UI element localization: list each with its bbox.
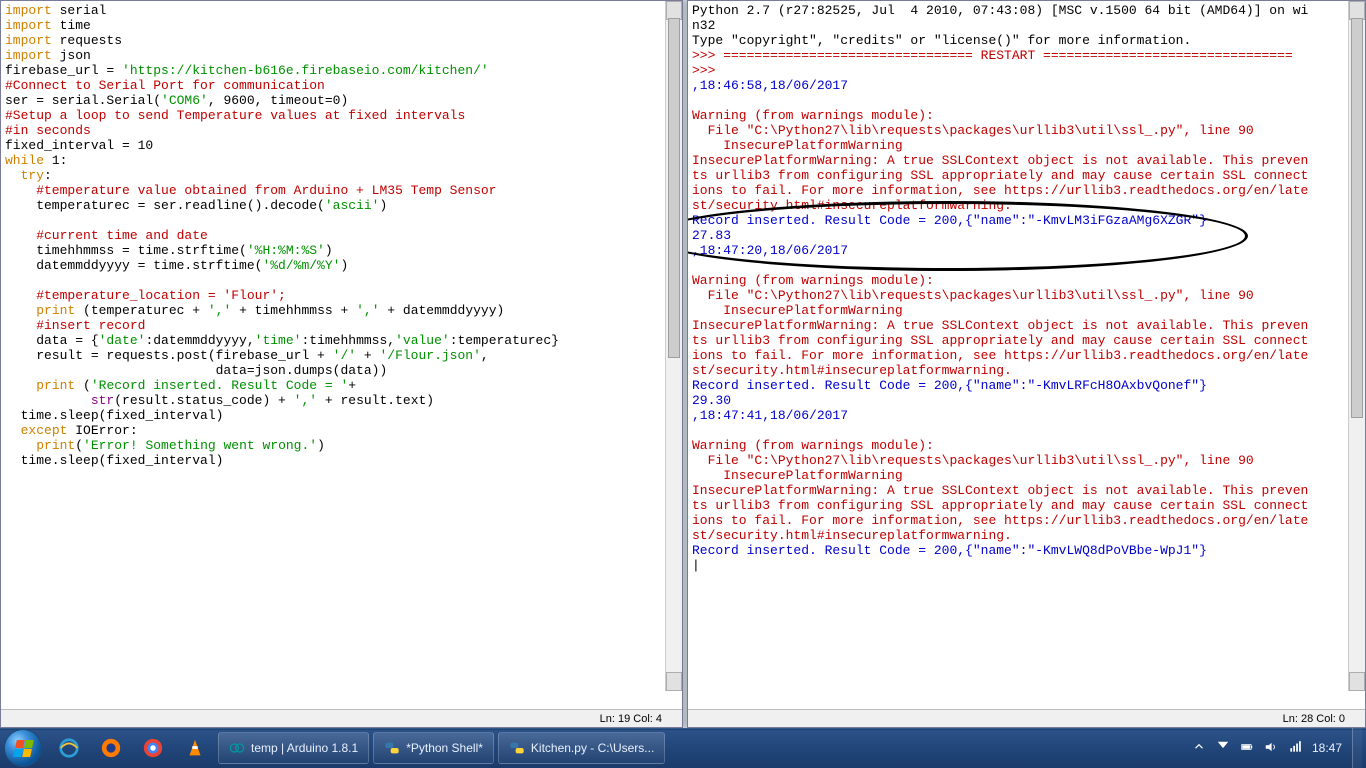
taskbar-item-label: temp | Arduino 1.8.1	[251, 741, 358, 755]
shell-output[interactable]: Python 2.7 (r27:82525, Jul 4 2010, 07:43…	[688, 1, 1365, 709]
tray-volume-icon[interactable]	[1264, 740, 1278, 757]
editor-vscrollbar[interactable]	[665, 1, 682, 691]
tray-chevron-icon[interactable]	[1192, 740, 1206, 757]
shell-cursor-position: Ln: 28 Col: 0	[1283, 713, 1365, 725]
taskbar-item-kitchen-py[interactable]: Kitchen.py - C:\Users...	[498, 732, 665, 764]
taskbar-item-label: *Python Shell*	[406, 741, 483, 755]
pinned-ie[interactable]	[49, 732, 89, 764]
editor-status-bar: Ln: 19 Col: 4	[1, 709, 682, 727]
system-tray: 18:47	[1186, 740, 1348, 757]
tray-action-center-icon[interactable]	[1216, 740, 1230, 757]
taskbar: temp | Arduino 1.8.1 *Python Shell* Kitc…	[0, 728, 1366, 768]
windows-logo-icon	[13, 740, 34, 757]
shell-vscrollbar[interactable]	[1348, 1, 1365, 691]
code-editor[interactable]: import serial import time import request…	[1, 1, 682, 709]
python-icon	[509, 740, 525, 756]
taskbar-item-label: Kitchen.py - C:\Users...	[531, 741, 654, 755]
firefox-icon	[100, 737, 122, 759]
taskbar-item-arduino[interactable]: temp | Arduino 1.8.1	[218, 732, 369, 764]
tray-clock[interactable]: 18:47	[1312, 741, 1342, 755]
editor-cursor-position: Ln: 19 Col: 4	[600, 713, 682, 725]
shell-status-bar: Ln: 28 Col: 0	[688, 709, 1365, 727]
vlc-icon	[184, 737, 206, 759]
ie-icon	[58, 737, 80, 759]
tray-wifi-icon[interactable]	[1288, 740, 1302, 757]
desktop: import serial import time import request…	[0, 0, 1366, 728]
shell-window: Python 2.7 (r27:82525, Jul 4 2010, 07:43…	[687, 0, 1366, 728]
tray-battery-icon[interactable]	[1240, 740, 1254, 757]
taskbar-item-python-shell[interactable]: *Python Shell*	[373, 732, 494, 764]
pinned-vlc[interactable]	[175, 732, 215, 764]
arduino-icon	[229, 740, 245, 756]
show-desktop-button[interactable]	[1352, 728, 1362, 768]
chrome-icon	[142, 737, 164, 759]
pinned-firefox[interactable]	[91, 732, 131, 764]
editor-window: import serial import time import request…	[0, 0, 683, 728]
pinned-chrome[interactable]	[133, 732, 173, 764]
start-button[interactable]	[4, 729, 42, 767]
python-icon	[384, 740, 400, 756]
